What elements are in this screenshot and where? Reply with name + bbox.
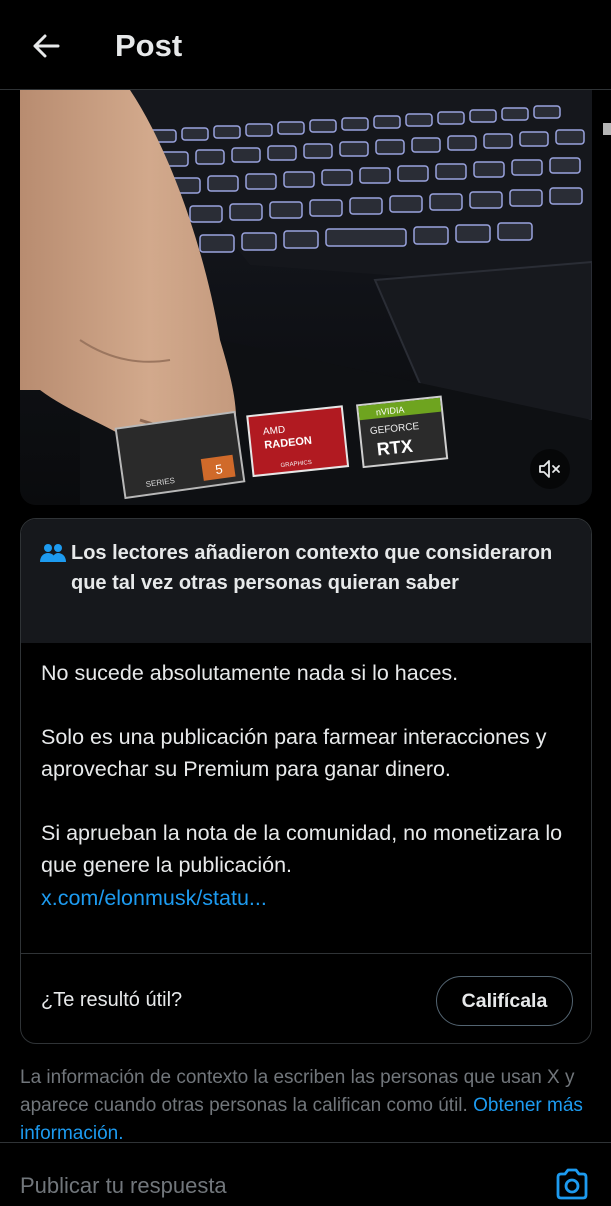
reply-composer-bar[interactable]: Publicar tu respuesta [0, 1142, 611, 1200]
back-button[interactable] [26, 26, 66, 66]
rate-note-button[interactable]: Califícala [436, 976, 573, 1026]
mute-button[interactable] [530, 449, 570, 489]
people-icon [40, 544, 66, 562]
reply-input[interactable]: Publicar tu respuesta [20, 1173, 227, 1199]
note-paragraph-1: No sucede absolutamente nada si lo haces… [41, 661, 459, 685]
svg-text:RTX: RTX [376, 436, 414, 460]
community-note-title: Los lectores añadieron contexto que cons… [71, 542, 553, 594]
amd-radeon-sticker: AMD RADEON GRAPHICS [246, 405, 350, 478]
community-note-body: No sucede absolutamente nada si lo haces… [21, 643, 591, 955]
community-note-footer: ¿Te resultó útil? Califícala [21, 953, 591, 1043]
camera-icon [556, 1168, 588, 1200]
mute-icon [539, 460, 560, 478]
context-disclaimer: La información de contexto la escriben l… [20, 1064, 590, 1148]
arrow-left-icon [33, 34, 60, 58]
nvidia-rtx-sticker: nVIDIA GEFORCE RTX [356, 395, 449, 469]
note-paragraph-2: Solo es una publicación para farmear int… [41, 724, 547, 782]
note-source-link[interactable]: x.com/elonmusk/statu... [41, 882, 571, 915]
post-video[interactable]: 5 SERIES AMD RADEON GRAPHICS nVIDIA GEFO… [20, 90, 592, 505]
camera-button[interactable] [554, 1167, 590, 1201]
helpful-question: ¿Te resultó útil? [41, 989, 183, 1011]
community-note-card: Los lectores añadieron contexto que cons… [20, 518, 592, 1044]
svg-text:AMD: AMD [262, 424, 285, 437]
top-app-bar: Post [0, 0, 611, 90]
page-title: Post [115, 28, 183, 63]
scrollbar-thumb[interactable] [603, 123, 611, 135]
note-paragraph-3: Si aprueban la nota de la comunidad, no … [41, 820, 563, 878]
video-frame: 5 SERIES AMD RADEON GRAPHICS nVIDIA GEFO… [20, 90, 592, 505]
community-note-header: Los lectores añadieron contexto que cons… [21, 519, 591, 643]
